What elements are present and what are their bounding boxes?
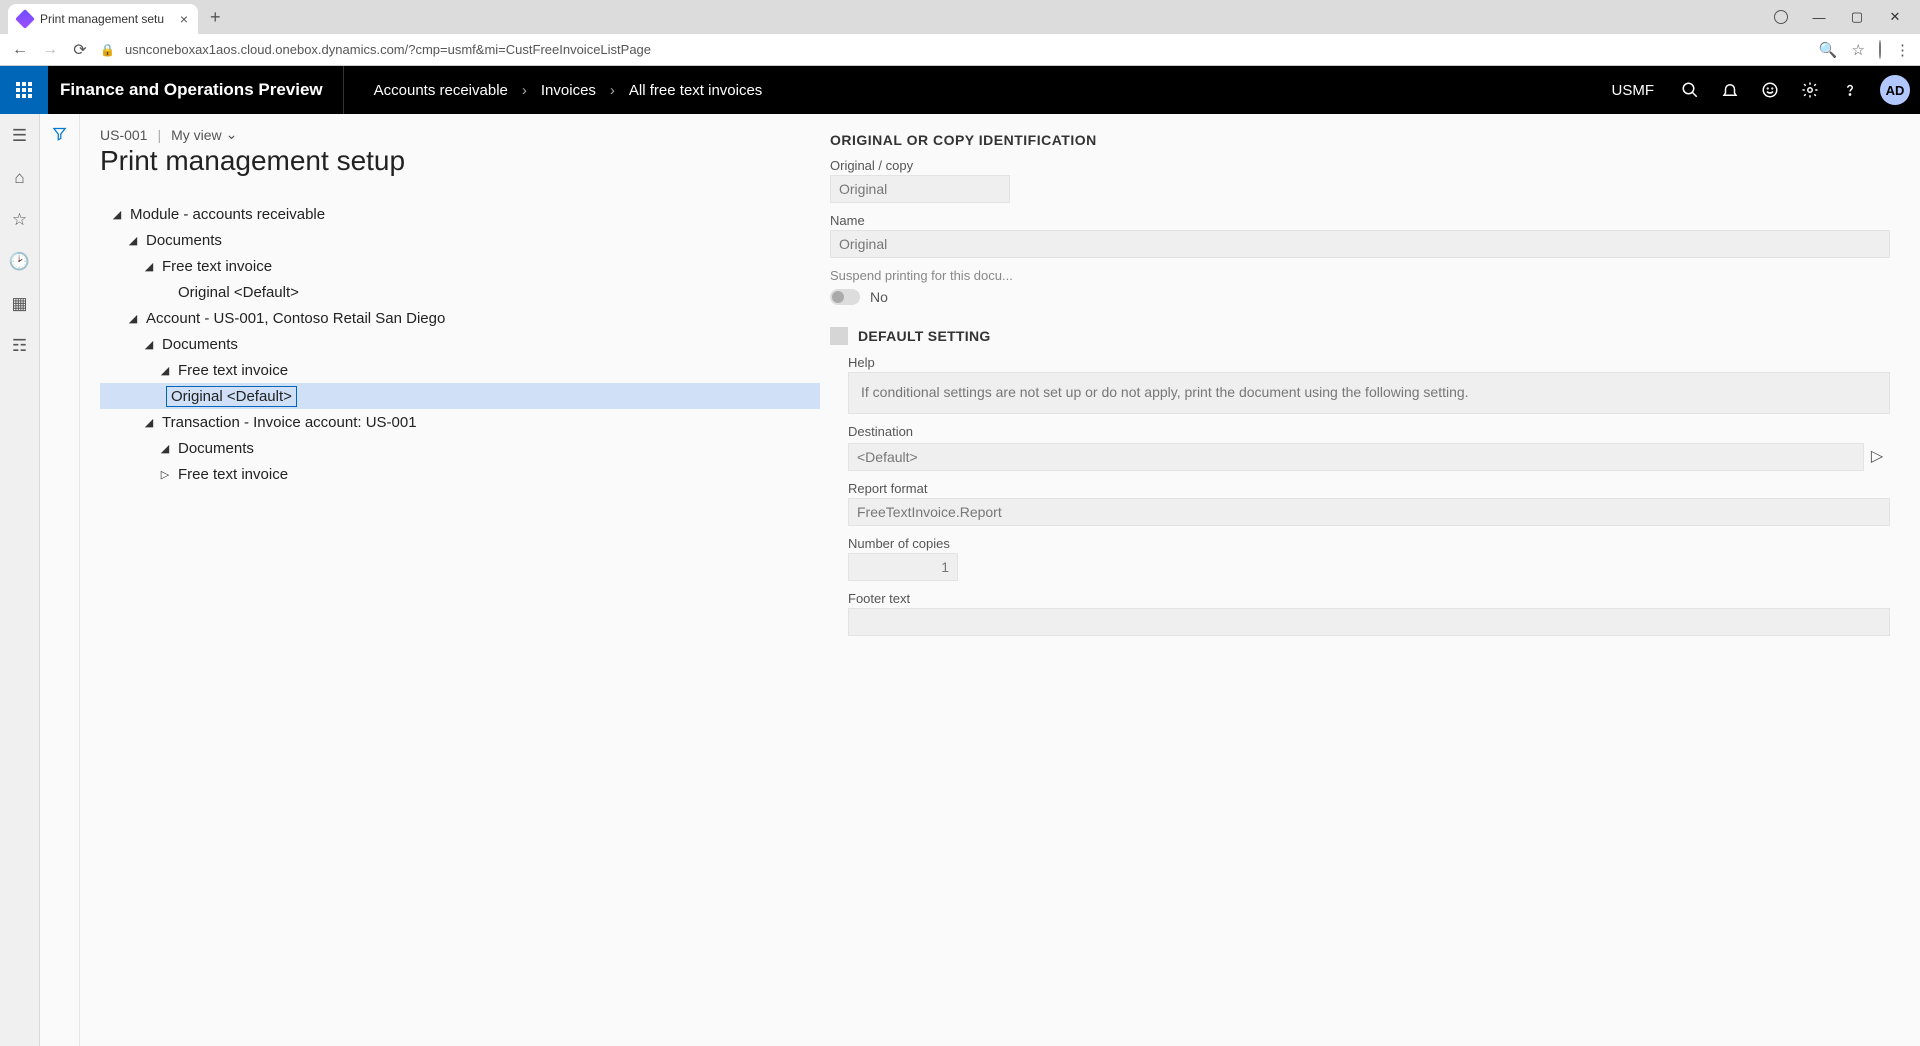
app-title: Finance and Operations Preview	[48, 66, 344, 114]
help-icon[interactable]	[1830, 66, 1870, 114]
record-id: US-001	[100, 127, 147, 143]
tree-node-free-text-invoice[interactable]: ◢Free text invoice	[100, 253, 820, 279]
view-selector[interactable]: My view ⌄	[171, 126, 237, 143]
tree-node-documents[interactable]: ◢Documents	[100, 331, 820, 357]
chevron-right-icon: ›	[522, 82, 527, 99]
default-setting-title: DEFAULT SETTING	[858, 328, 991, 344]
help-label: Help	[848, 355, 1890, 370]
caret-down-icon: ◢	[126, 312, 140, 325]
tree-node-transaction[interactable]: ◢Transaction - Invoice account: US-001	[100, 409, 820, 435]
page-title: Print management setup	[100, 145, 820, 177]
view-label: My view	[171, 127, 222, 143]
chevron-down-icon: ⌄	[226, 126, 238, 143]
favorite-icon[interactable]: ☆	[12, 210, 27, 230]
workspace-icon[interactable]: ▦	[11, 294, 27, 314]
company-label[interactable]: USMF	[1596, 82, 1671, 99]
menu-icon[interactable]: ⋮	[1895, 41, 1910, 59]
close-tab-icon[interactable]: ×	[180, 11, 188, 27]
filter-column	[40, 114, 80, 1046]
left-rail: ☰ ⌂ ☆ 🕑 ▦ ☶	[0, 114, 40, 1046]
user-avatar[interactable]: AD	[1880, 75, 1910, 105]
reload-button[interactable]: ⟳	[70, 40, 90, 60]
caret-down-icon: ◢	[110, 208, 124, 221]
tree-node-free-text-invoice[interactable]: ◢Free text invoice	[100, 357, 820, 383]
waffle-icon	[16, 82, 32, 98]
tab-title: Print management setu	[40, 12, 164, 26]
caret-right-icon: ▷	[158, 468, 172, 481]
destination-field[interactable]: <Default>	[848, 443, 1864, 471]
browser-tab[interactable]: Print management setu ×	[8, 4, 198, 34]
original-copy-label: Original / copy	[830, 158, 1890, 173]
breadcrumb-item[interactable]: Invoices	[541, 82, 596, 99]
name-field[interactable]: Original	[830, 230, 1890, 258]
footer-field[interactable]	[848, 608, 1890, 636]
profile-icon[interactable]	[1879, 41, 1881, 59]
tree-node-module[interactable]: ◢Module - accounts receivable	[100, 201, 820, 227]
original-copy-field[interactable]: Original	[830, 175, 1010, 203]
favicon-icon	[15, 9, 35, 29]
copies-label: Number of copies	[848, 536, 1890, 551]
forward-button[interactable]: →	[40, 41, 60, 59]
breadcrumb-item[interactable]: All free text invoices	[629, 82, 762, 99]
tree-node-documents[interactable]: ◢Documents	[100, 227, 820, 253]
hamburger-icon[interactable]: ☰	[12, 126, 27, 146]
home-icon[interactable]: ⌂	[14, 168, 24, 188]
breadcrumb: Accounts receivable › Invoices › All fre…	[344, 82, 763, 99]
lock-icon: 🔒	[100, 43, 115, 57]
bookmark-icon[interactable]: ☆	[1852, 41, 1865, 59]
app-bar: Finance and Operations Preview Accounts …	[0, 66, 1920, 114]
suspend-label: Suspend printing for this docu...	[830, 268, 1890, 283]
tree-node-documents[interactable]: ◢Documents	[100, 435, 820, 461]
help-text: If conditional settings are not set up o…	[848, 372, 1890, 414]
suspend-value: No	[870, 289, 888, 305]
section-title-identification: ORIGINAL OR COPY IDENTIFICATION	[830, 132, 1890, 148]
name-label: Name	[830, 213, 1890, 228]
search-icon[interactable]	[1670, 66, 1710, 114]
destination-label: Destination	[848, 424, 1890, 439]
modules-icon[interactable]: ☶	[12, 336, 27, 356]
chevron-right-icon: ›	[610, 82, 615, 99]
caret-down-icon: ◢	[142, 338, 156, 351]
address-bar: ← → ⟳ 🔒 usnconeboxax1aos.cloud.onebox.dy…	[0, 34, 1920, 66]
tree-node-account[interactable]: ◢Account - US-001, Contoso Retail San Di…	[100, 305, 820, 331]
bell-icon[interactable]	[1710, 66, 1750, 114]
tree-node-free-text-invoice[interactable]: ▷Free text invoice	[100, 461, 820, 487]
minimize-window-icon[interactable]: —	[1802, 3, 1836, 31]
browser-user-icon[interactable]	[1764, 3, 1798, 31]
tree: ◢Module - accounts receivable ◢Documents…	[100, 201, 820, 487]
caret-down-icon: ◢	[158, 442, 172, 455]
suspend-toggle[interactable]	[830, 289, 860, 305]
caret-down-icon: ◢	[142, 416, 156, 429]
caret-down-icon: ◢	[158, 364, 172, 377]
new-tab-button[interactable]: +	[198, 7, 233, 28]
gear-icon[interactable]	[1790, 66, 1830, 114]
zoom-icon[interactable]: 🔍	[1819, 41, 1838, 59]
url-text[interactable]: usnconeboxax1aos.cloud.onebox.dynamics.c…	[125, 42, 1809, 57]
browser-tab-bar: Print management setu × + — ▢ ✕	[0, 0, 1920, 34]
smiley-icon[interactable]	[1750, 66, 1790, 114]
report-format-label: Report format	[848, 481, 1890, 496]
tree-node-original-default-selected[interactable]: Original <Default>	[100, 383, 820, 409]
maximize-window-icon[interactable]: ▢	[1840, 3, 1874, 31]
copies-field[interactable]: 1	[848, 553, 958, 581]
default-checkbox[interactable]	[830, 327, 848, 345]
breadcrumb-item[interactable]: Accounts receivable	[374, 82, 508, 99]
recent-icon[interactable]: 🕑	[9, 252, 30, 272]
caret-down-icon: ◢	[142, 260, 156, 273]
caret-down-icon: ◢	[126, 234, 140, 247]
tree-node-original-default[interactable]: Original <Default>	[100, 279, 820, 305]
close-window-icon[interactable]: ✕	[1878, 3, 1912, 31]
app-launcher-button[interactable]	[0, 66, 48, 114]
filter-icon[interactable]	[52, 126, 67, 1046]
destination-lookup-icon[interactable]: ▷	[1864, 442, 1890, 470]
report-format-field[interactable]: FreeTextInvoice.Report	[848, 498, 1890, 526]
back-button[interactable]: ←	[10, 41, 30, 59]
footer-label: Footer text	[848, 591, 1890, 606]
